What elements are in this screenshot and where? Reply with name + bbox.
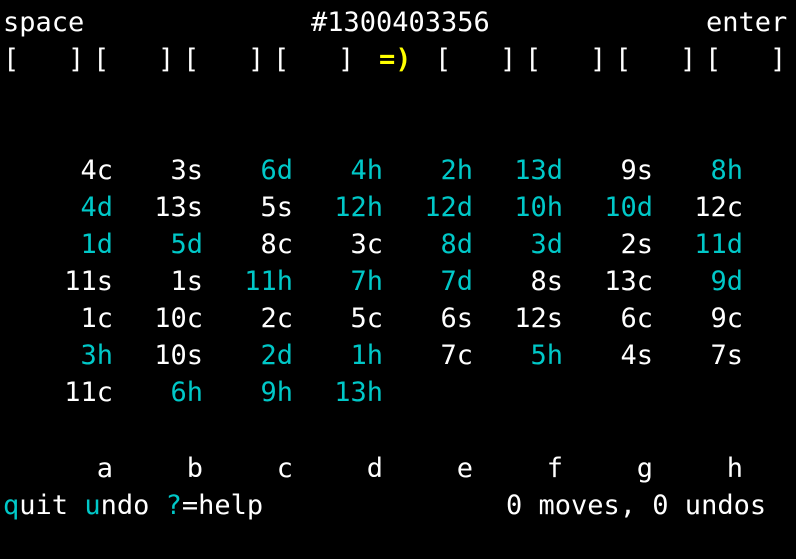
foundation-2[interactable]: [ ] [525,41,606,78]
card[interactable]: 10s [113,337,203,374]
foundation-4[interactable]: [ ] [705,41,786,78]
card[interactable]: 7h [293,263,383,300]
card[interactable]: 11c [23,374,113,411]
card[interactable]: 1s [113,263,203,300]
undo-key[interactable]: u [84,490,100,521]
card[interactable]: 11h [203,263,293,300]
tableau-column-c[interactable]: 6d 5s 8c 11h 2c 2d 9h [203,152,293,411]
card[interactable]: 10d [563,189,653,226]
card[interactable]: 13h [293,374,383,411]
card[interactable]: 6d [203,152,293,189]
card[interactable]: 10h [473,189,563,226]
tableau-column-g[interactable]: 9s 10d 2s 13c 6c 4s [563,152,653,374]
command-bar: quit undo ?=help [3,487,263,524]
tableau-column-f[interactable]: 13d 10h 3d 8s 12s 5h [473,152,563,374]
column-label-f[interactable]: f [473,450,563,487]
card[interactable]: 11d [653,226,743,263]
foundation-3[interactable]: [ ] [615,41,696,78]
free-cell-2[interactable]: [ ] [93,41,174,78]
tableau-column-a[interactable]: 4c 4d 1d 11s 1c 3h 11c [23,152,113,411]
card[interactable]: 4c [23,152,113,189]
foundation-1[interactable]: [ ] [435,41,516,78]
card[interactable]: 8d [383,226,473,263]
card[interactable]: 9h [203,374,293,411]
card[interactable]: 11s [23,263,113,300]
card[interactable]: 6c [563,300,653,337]
quit-label[interactable]: uit [19,490,68,521]
space-label: space [3,7,85,38]
tableau-column-d[interactable]: 4h 12h 3c 7h 5c 1h 13h [293,152,383,411]
card[interactable]: 5c [293,300,383,337]
column-label-g[interactable]: g [563,450,653,487]
free-cell-4[interactable]: [ ] [273,41,354,78]
card[interactable]: 1d [23,226,113,263]
card[interactable]: 5s [203,189,293,226]
card[interactable]: 2d [203,337,293,374]
card[interactable]: 12d [383,189,473,226]
card[interactable]: 3d [473,226,563,263]
card[interactable]: 3h [23,337,113,374]
card[interactable]: 6s [383,300,473,337]
free-cell-1[interactable]: [ ] [3,41,84,78]
move-status: 0 moves, 0 undos [506,490,767,521]
tableau-column-b[interactable]: 3s 13s 5d 1s 10c 10s 6h [113,152,203,411]
card[interactable]: 3c [293,226,383,263]
column-label-c[interactable]: c [203,450,293,487]
game-number: #1300403356 [311,7,490,38]
card[interactable]: 5d [113,226,203,263]
card[interactable]: 2c [203,300,293,337]
card[interactable]: 12s [473,300,563,337]
card[interactable]: 4d [23,189,113,226]
column-label-a[interactable]: a [23,450,113,487]
tableau-column-e[interactable]: 2h 12d 8d 7d 6s 7c [383,152,473,374]
card[interactable]: 7d [383,263,473,300]
quit-key[interactable]: q [3,490,19,521]
card[interactable]: 2h [383,152,473,189]
column-label-b[interactable]: b [113,450,203,487]
card[interactable]: 8c [203,226,293,263]
card[interactable]: 9s [563,152,653,189]
card[interactable]: 2s [563,226,653,263]
undo-label[interactable]: ndo [101,490,150,521]
free-cell-3[interactable]: [ ] [183,41,264,78]
card[interactable]: 8s [473,263,563,300]
enter-label: enter [706,7,788,38]
card[interactable]: 5h [473,337,563,374]
help-key[interactable]: ? [166,490,182,521]
card[interactable]: 1c [23,300,113,337]
card[interactable]: 12c [653,189,743,226]
column-label-d[interactable]: d [293,450,383,487]
card[interactable]: 4h [293,152,383,189]
card[interactable]: 7c [383,337,473,374]
smiley-face-indicator: =) [379,44,412,75]
card[interactable]: 1h [293,337,383,374]
card[interactable]: 8h [653,152,743,189]
column-label-h[interactable]: h [653,450,743,487]
card[interactable]: 3s [113,152,203,189]
help-label[interactable]: =help [182,490,263,521]
card[interactable]: 6h [113,374,203,411]
column-label-e[interactable]: e [383,450,473,487]
card[interactable]: 4s [563,337,653,374]
card[interactable]: 10c [113,300,203,337]
card[interactable]: 9c [653,300,743,337]
card[interactable]: 7s [653,337,743,374]
tableau-column-h[interactable]: 8h 12c 11d 9d 9c 7s [653,152,743,374]
card[interactable]: 12h [293,189,383,226]
card[interactable]: 13c [563,263,653,300]
terminal-screen: space #1300403356 enter [ ] [ ] [ ] [ ] … [3,2,793,557]
card[interactable]: 13d [473,152,563,189]
card[interactable]: 9d [653,263,743,300]
card[interactable]: 13s [113,189,203,226]
